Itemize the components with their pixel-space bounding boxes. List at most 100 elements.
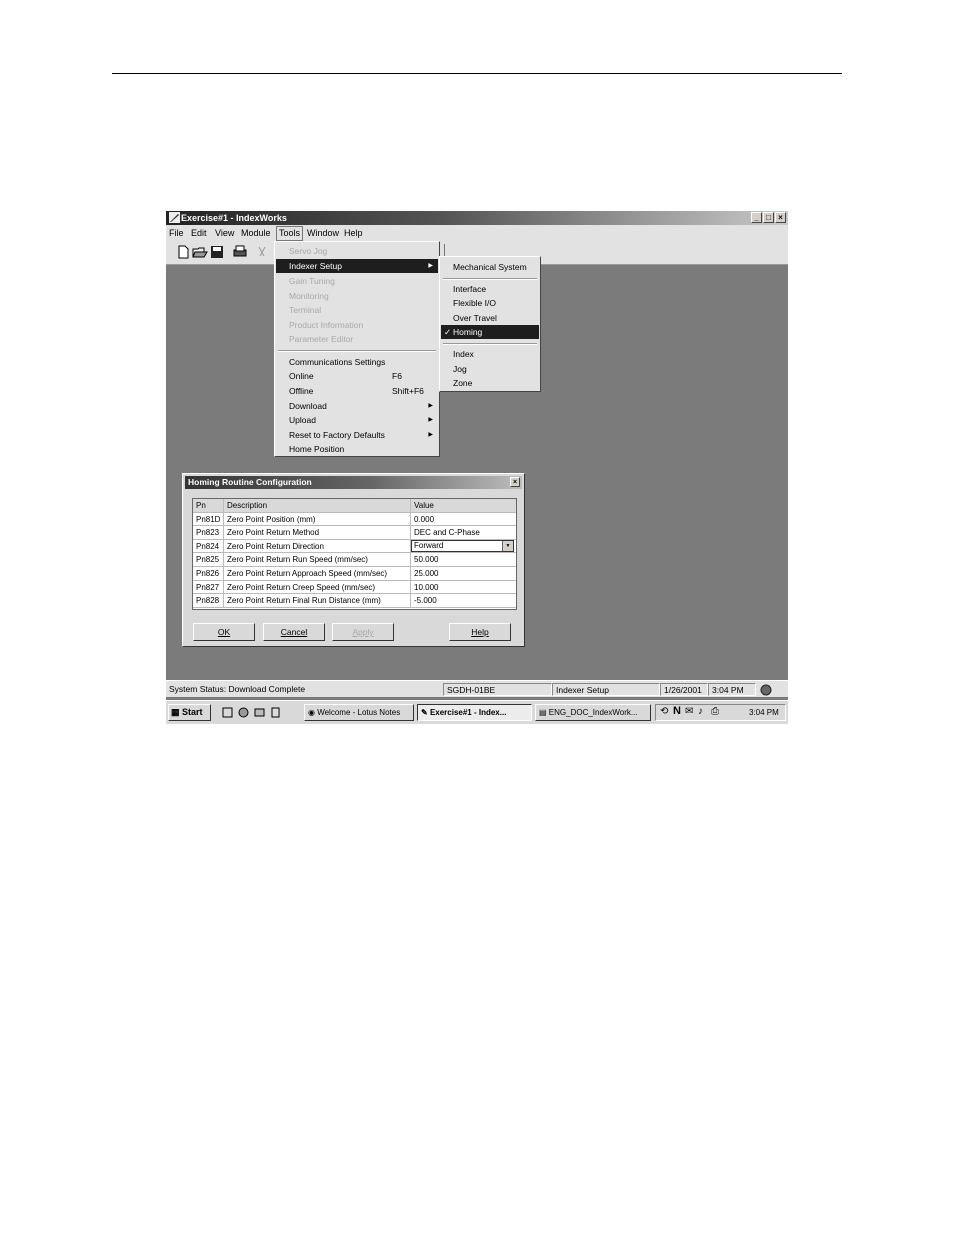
tray-n-icon[interactable]: N	[673, 705, 681, 717]
submenu-item-zone[interactable]: Zone	[441, 376, 539, 390]
cell-pn: Pn823	[193, 526, 224, 539]
task-indexworks[interactable]: ✎ Exercise#1 - Index...	[417, 704, 532, 721]
table-row[interactable]: Pn823 Zero Point Return Method DEC and C…	[193, 526, 516, 540]
menu-item-product-information[interactable]: Product Information	[276, 318, 438, 332]
menu-item-monitoring[interactable]: Monitoring	[276, 289, 438, 303]
quick-launch-outlook-icon[interactable]	[254, 707, 265, 718]
submenu-item-interface[interactable]: Interface	[441, 282, 539, 296]
indexworks-icon: ✎	[421, 708, 430, 717]
menu-item-download[interactable]: Download ▶	[276, 399, 438, 413]
menu-view[interactable]: View	[215, 225, 234, 241]
page-header-rule	[112, 73, 842, 74]
apply-button[interactable]: Apply	[332, 623, 394, 641]
menu-item-label: Indexer Setup	[289, 261, 342, 271]
menu-item-label: Offline	[289, 386, 314, 396]
tray-mail-icon[interactable]: ✉	[685, 706, 693, 717]
cancel-button[interactable]: Cancel	[263, 623, 325, 641]
tray-printer-icon[interactable]: ⎙	[711, 706, 719, 717]
cell-value[interactable]: 10.000	[411, 581, 516, 594]
button-label: OK	[217, 627, 231, 637]
cut-icon[interactable]	[254, 245, 270, 259]
menu-module[interactable]: Module	[241, 225, 271, 241]
status-model: SGDH-01BE	[443, 683, 552, 696]
window-titlebar[interactable]: Exercise#1 - IndexWorks _ □ ×	[166, 211, 788, 225]
quick-launch-desktop-icon[interactable]	[222, 707, 233, 718]
dialog-title: Homing Routine Configuration	[188, 477, 312, 487]
tray-volume-icon[interactable]: ♪	[698, 706, 703, 717]
submenu-item-index[interactable]: Index	[441, 347, 539, 361]
maximize-button[interactable]: □	[763, 212, 774, 223]
table-row[interactable]: Pn825 Zero Point Return Run Speed (mm/se…	[193, 553, 516, 567]
menu-item-parameter-editor[interactable]: Parameter Editor	[276, 332, 438, 346]
quick-launch-browser-icon[interactable]	[238, 707, 249, 718]
task-label: ENG_DOC_IndexWork...	[548, 708, 638, 717]
dialog-close-button[interactable]: ×	[510, 477, 520, 487]
direction-dropdown[interactable]: Forward ▼	[411, 539, 514, 552]
task-eng-doc[interactable]: ▤ ENG_DOC_IndexWork...	[535, 704, 651, 721]
print-icon[interactable]	[232, 245, 248, 259]
start-button[interactable]: ▦ Start	[168, 704, 211, 721]
minimize-button[interactable]: _	[751, 212, 762, 223]
status-mode: Indexer Setup	[552, 683, 660, 696]
menu-item-indexer-setup[interactable]: Indexer Setup ▶	[276, 259, 438, 273]
task-lotus-notes[interactable]: ◉ Welcome - Lotus Notes	[304, 704, 414, 721]
tools-dropdown-menu: Servo Jog Indexer Setup ▶ Gain Tuning Mo…	[274, 241, 440, 457]
cell-description: Zero Point Return Direction	[224, 539, 411, 553]
submenu-item-homing[interactable]: ✓ Homing	[441, 325, 539, 339]
menu-file[interactable]: File	[169, 225, 184, 241]
column-header-value[interactable]: Value	[411, 499, 516, 512]
cell-pn: Pn81D	[193, 512, 224, 526]
table-row[interactable]: Pn826 Zero Point Return Approach Speed (…	[193, 567, 516, 581]
help-button[interactable]: Help	[449, 623, 511, 641]
menu-item-servo-jog[interactable]: Servo Jog	[276, 244, 438, 258]
menu-item-home-position[interactable]: Home Position	[276, 442, 438, 456]
menu-help[interactable]: Help	[344, 225, 363, 241]
new-file-icon[interactable]	[175, 245, 191, 259]
tray-network-icon[interactable]: ⟲	[660, 706, 668, 717]
chevron-down-icon[interactable]: ▼	[502, 540, 513, 551]
menu-item-online[interactable]: Online F6	[276, 369, 438, 383]
submenu-arrow-icon: ▶	[428, 403, 433, 409]
system-tray: ⟲ N ✉ ♪ ⎙ 3:04 PM	[655, 704, 786, 721]
dialog-titlebar[interactable]: Homing Routine Configuration ×	[185, 476, 522, 489]
open-folder-icon[interactable]	[192, 245, 208, 259]
cell-value[interactable]: 0.000	[411, 513, 516, 526]
submenu-item-mechanical-system[interactable]: Mechanical System	[441, 260, 539, 274]
menu-item-label: Online	[289, 371, 314, 381]
parameter-grid: Pn Description Value Pn81D Zero Point Po…	[192, 498, 517, 610]
document-icon: ▤	[539, 708, 549, 717]
status-bar: System Status: Download Complete SGDH-01…	[166, 680, 788, 697]
task-label: Exercise#1 - Index...	[429, 708, 507, 717]
menu-window[interactable]: Window	[307, 225, 339, 241]
connection-status-icon	[760, 684, 772, 696]
cell-value[interactable]: 50.000	[411, 553, 516, 566]
status-text: System Status: Download Complete	[169, 684, 306, 694]
submenu-item-over-travel[interactable]: Over Travel	[441, 311, 539, 325]
column-header-pn[interactable]: Pn	[193, 499, 224, 512]
table-row[interactable]: Pn81D Zero Point Position (mm) 0.000	[193, 512, 516, 527]
table-row[interactable]: Pn827 Zero Point Return Creep Speed (mm/…	[193, 580, 516, 595]
cell-value[interactable]: DEC and C-Phase	[411, 526, 516, 539]
menu-edit[interactable]: Edit	[191, 225, 207, 241]
menu-tools[interactable]: Tools	[276, 226, 304, 241]
submenu-item-flexible-io[interactable]: Flexible I/O	[441, 296, 539, 310]
table-row[interactable]: Pn824 Zero Point Return Direction Forwar…	[193, 539, 516, 554]
close-button[interactable]: ×	[775, 212, 786, 223]
menu-item-terminal[interactable]: Terminal	[276, 303, 438, 317]
table-row[interactable]: Pn828 Zero Point Return Final Run Distan…	[193, 594, 516, 608]
menu-item-offline[interactable]: Offline Shift+F6	[276, 384, 438, 398]
cell-value[interactable]: 25.000	[411, 567, 516, 580]
menu-item-reset-factory-defaults[interactable]: Reset to Factory Defaults ▶	[276, 428, 438, 442]
column-header-description[interactable]: Description	[224, 499, 411, 512]
menu-item-upload[interactable]: Upload ▶	[276, 413, 438, 427]
windows-logo-icon: ▦	[171, 707, 180, 717]
menu-item-communications-settings[interactable]: Communications Settings	[276, 355, 438, 369]
cell-description: Zero Point Position (mm)	[224, 512, 411, 526]
cell-value[interactable]: -5.000	[411, 594, 516, 607]
menu-item-gain-tuning[interactable]: Gain Tuning	[276, 274, 438, 288]
ok-button[interactable]: OK	[193, 623, 255, 641]
save-icon[interactable]	[209, 245, 225, 259]
quick-launch-notes-icon[interactable]	[270, 707, 281, 718]
tray-clock[interactable]: 3:04 PM	[749, 705, 779, 720]
submenu-item-jog[interactable]: Jog	[441, 362, 539, 376]
